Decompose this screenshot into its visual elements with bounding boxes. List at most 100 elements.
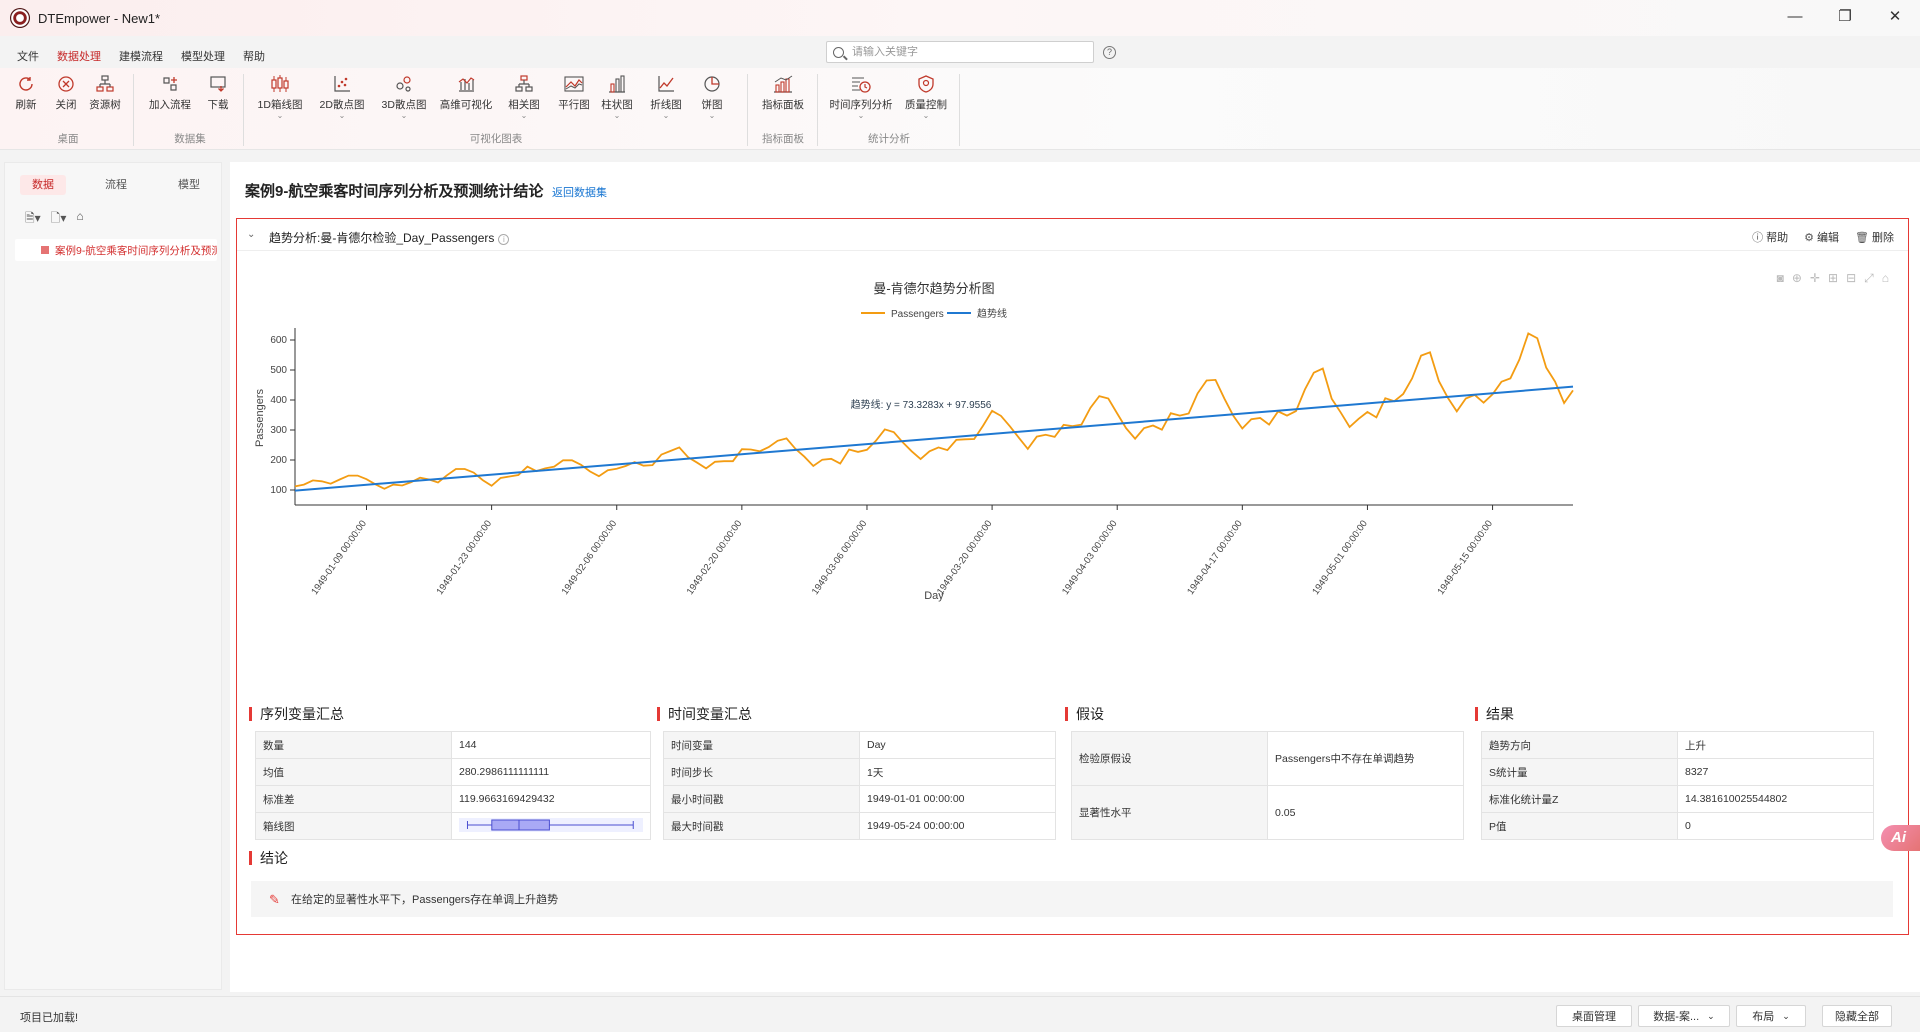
layout-label: 布局: [1752, 1011, 1775, 1023]
menu-data-processing[interactable]: 数据处理: [48, 48, 110, 64]
quality-control-button[interactable]: 质量控制 ⌄: [896, 74, 956, 120]
dashboard-label: 指标面板: [762, 99, 804, 111]
desktop-manage-button[interactable]: 桌面管理: [1556, 1005, 1632, 1027]
dashboard-button[interactable]: 指标面板: [753, 74, 813, 112]
hide-all-button[interactable]: 隐藏全部: [1822, 1005, 1892, 1027]
chevron-down-icon: ⌄: [922, 111, 930, 120]
title-bar: DTEmpower - New1* — ❐ ✕: [0, 0, 1920, 36]
menu-modeling-flow[interactable]: 建模流程: [110, 48, 172, 64]
table-row: 时间步长 1天: [663, 758, 1056, 786]
menu-model-processing[interactable]: 模型处理: [172, 48, 234, 64]
minimize-button[interactable]: —: [1770, 0, 1820, 32]
table-row: 检验原假设 Passengers中不存在单调趋势: [1071, 731, 1464, 786]
chevron-down-icon: ⌄: [857, 111, 865, 120]
scatter-3d-button[interactable]: 3D散点图 ⌄: [374, 74, 434, 120]
camera-icon[interactable]: ◙: [1777, 271, 1784, 286]
zoom-icon[interactable]: ⊕: [1792, 271, 1802, 286]
section-title-conclusion: 结论: [249, 851, 288, 865]
x-axis-label: Day: [924, 590, 944, 602]
data-tab-dropdown[interactable]: 数据-案... ⌄: [1638, 1005, 1730, 1027]
scatter3d-icon: [393, 74, 415, 94]
help-circle-icon[interactable]: ?: [1103, 46, 1116, 59]
edit-label: 编辑: [1817, 232, 1840, 244]
back-to-dataset-link[interactable]: 返回数据集: [552, 184, 607, 200]
table-key: 标准化统计量Z: [1481, 785, 1678, 813]
tab-model[interactable]: 模型: [166, 175, 212, 195]
table-row: 显著性水平 0.05: [1071, 785, 1464, 840]
table-row: 时间变量 Day: [663, 731, 1056, 759]
pan-icon[interactable]: ✛: [1810, 271, 1820, 286]
boxplot-1d-label: 1D箱线图: [257, 99, 303, 111]
table-value: 119.9663169429432: [451, 785, 651, 813]
table-value: 1天: [859, 758, 1056, 786]
pie-chart-button[interactable]: 饼图 ⌄: [682, 74, 742, 120]
time-summary-table: 时间变量 Day 时间步长 1天 最小时间戳 1949-01-01 00:00:00 …: [663, 731, 1056, 840]
high-dim-viz-button[interactable]: 高维可视化: [436, 74, 496, 112]
zoom-in-icon[interactable]: ⊞: [1828, 271, 1838, 286]
table-value: 280.2986111111111: [451, 758, 651, 786]
layout-dropdown[interactable]: 布局 ⌄: [1736, 1005, 1806, 1027]
ribbon-toolbar: 刷新 关闭 资源树 桌面 加入流程 下载 数据集 1D箱线图 ⌄ 2D散点图 ⌄…: [0, 68, 1920, 150]
archive-icon[interactable]: ⌂: [76, 209, 83, 230]
table-key: 趋势方向: [1481, 731, 1678, 759]
x-tick-label: 1949-02-20 00:00:00: [685, 518, 745, 597]
boxplot-cell: [451, 812, 651, 840]
collapse-chevron-icon[interactable]: ⌄: [247, 229, 255, 240]
delete-button[interactable]: 🗑 删除: [1855, 229, 1894, 245]
help-button[interactable]: ⓘ 帮助: [1752, 229, 1788, 245]
correlation-label: 相关图: [508, 99, 540, 111]
edit-button[interactable]: ⚙ 编辑: [1804, 229, 1839, 245]
tree-item-dataset[interactable]: 案例9-航空乘客时间序列分析及预测统计结论: [15, 239, 217, 261]
time-series-analysis-button[interactable]: 时间序列分析 ⌄: [826, 74, 896, 120]
x-tick-label: 1949-03-20 00:00:00: [935, 518, 995, 597]
dashboard-icon: [772, 74, 794, 94]
x-tick-label: 1949-04-03 00:00:00: [1060, 518, 1120, 597]
resource-tree-button[interactable]: 资源树: [75, 74, 135, 112]
ribbon-group-desktop: 刷新 关闭 资源树 桌面: [8, 72, 134, 148]
timeseries-icon: [850, 74, 872, 94]
import-file-icon[interactable]: 🗋▾: [51, 209, 67, 230]
scatter-2d-button[interactable]: 2D散点图 ⌄: [312, 74, 372, 120]
table-key: 最小时间戳: [663, 785, 860, 813]
section-title-time: 时间变量汇总: [657, 707, 752, 721]
correlation-icon: [513, 74, 535, 94]
y-tick-label: 100: [270, 485, 287, 496]
menu-help[interactable]: 帮助: [234, 48, 274, 64]
close-circle-icon: [55, 74, 77, 94]
resource-tree-label: 资源树: [89, 99, 121, 111]
table-value: Passengers中不存在单调趋势: [1267, 731, 1464, 786]
table-row: 均值 280.2986111111111: [255, 758, 651, 786]
ribbon-group-dashboard: 指标面板 指标面板: [753, 72, 818, 148]
legend-label-passengers: Passengers: [891, 309, 944, 320]
conclusion-icon: ✎: [269, 892, 280, 907]
scatter-2d-label: 2D散点图: [319, 99, 365, 111]
left-panel-tabs: 数据 流程 模型: [5, 163, 221, 195]
autoscale-icon[interactable]: ⤢: [1864, 271, 1874, 286]
menu-file[interactable]: 文件: [8, 48, 48, 64]
close-window-button[interactable]: ✕: [1870, 0, 1920, 32]
app-title: DTEmpower - New1*: [38, 10, 161, 26]
boxplot-icon: [269, 74, 291, 94]
group-name-dataset: 数据集: [174, 133, 206, 145]
x-tick-label: 1949-01-23 00:00:00: [434, 518, 494, 597]
download-button[interactable]: 下载: [188, 74, 248, 112]
restore-button[interactable]: ❐: [1820, 0, 1870, 32]
tab-data[interactable]: 数据: [20, 175, 66, 195]
y-tick-label: 300: [270, 425, 287, 436]
pie-chart-icon: [701, 74, 723, 94]
table-key: 显著性水平: [1071, 785, 1268, 840]
mini-boxplot: [459, 817, 643, 832]
main-content: 案例9-航空乘客时间序列分析及预测统计结论 返回数据集 ⌄ 趋势分析:曼-肯德尔…: [230, 162, 1920, 992]
boxplot-1d-button[interactable]: 1D箱线图 ⌄: [250, 74, 310, 120]
zoom-out-icon[interactable]: ⊟: [1846, 271, 1856, 286]
info-icon[interactable]: i: [498, 234, 510, 245]
ai-assistant-button[interactable]: Ai: [1881, 825, 1920, 851]
home-icon[interactable]: ⌂: [1882, 271, 1889, 286]
scatter2d-icon: [331, 74, 353, 94]
card-title-text: 趋势分析:曼-肯德尔检验_Day_Passengers: [269, 231, 495, 245]
new-file-icon[interactable]: 🗎▾: [25, 209, 41, 230]
hypothesis-table: 检验原假设 Passengers中不存在单调趋势 显著性水平 0.05: [1071, 731, 1464, 840]
search-input[interactable]: [852, 46, 1082, 58]
tab-flow[interactable]: 流程: [93, 175, 139, 195]
table-key: P值: [1481, 812, 1678, 840]
